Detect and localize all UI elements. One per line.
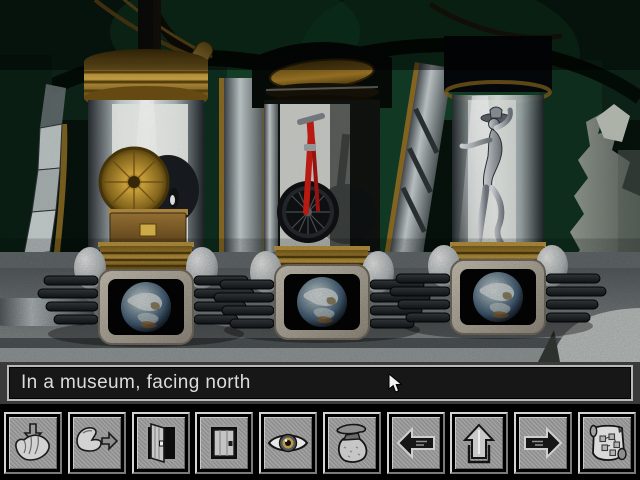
take-button[interactable] (4, 412, 62, 474)
hand-down-arrow-icon (15, 423, 50, 461)
sack-icon (336, 423, 368, 463)
eye-icon (267, 433, 309, 453)
scene-viewport[interactable] (0, 0, 640, 362)
museum-scene (0, 0, 640, 362)
left-arrow-icon (396, 426, 435, 460)
close-button[interactable] (195, 412, 254, 474)
verb-toolbar (0, 404, 640, 480)
map-button[interactable] (577, 412, 636, 474)
turn-left-button[interactable] (386, 412, 445, 474)
open-door-icon (145, 422, 177, 464)
inventory-button[interactable] (322, 412, 381, 474)
game-screen: In a museum, facing north (0, 0, 640, 480)
status-text: In a museum, facing north (21, 372, 251, 393)
turn-right-button[interactable] (514, 412, 573, 474)
closed-door-icon (209, 425, 240, 461)
map-scroll-icon (589, 424, 627, 461)
status-bar-frame: In a museum, facing north (7, 365, 633, 401)
hand-right-arrow-icon (75, 427, 118, 452)
up-arrow-icon (463, 423, 496, 464)
open-button[interactable] (131, 412, 190, 474)
forward-button[interactable] (450, 412, 509, 474)
move-button[interactable] (67, 412, 126, 474)
look-button[interactable] (259, 412, 318, 474)
right-arrow-icon (524, 426, 563, 460)
status-bar: In a museum, facing north (0, 362, 640, 404)
